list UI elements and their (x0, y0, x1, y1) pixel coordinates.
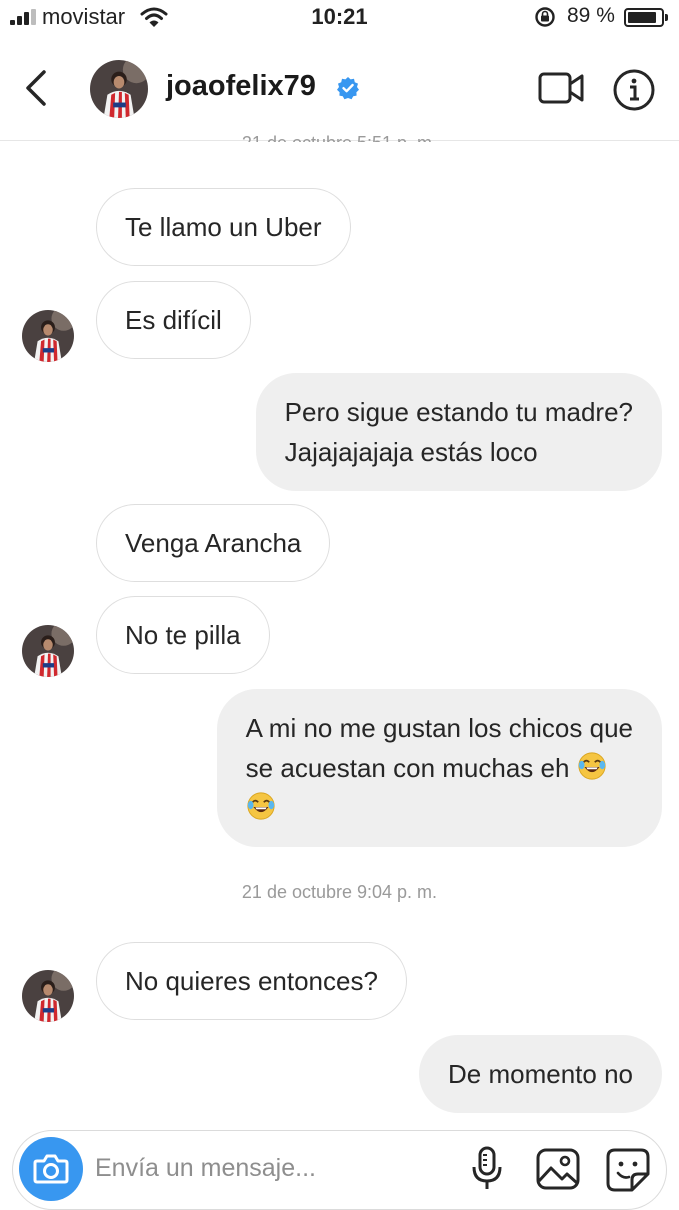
avatar[interactable] (22, 970, 74, 1022)
timestamp: 21 de octubre 5:51 p. m. (0, 128, 679, 142)
video-call-button[interactable] (538, 70, 586, 106)
message-bubble-incoming[interactable]: Es difícil (96, 281, 251, 359)
message-bubble-incoming[interactable]: No quieres entonces? (96, 942, 407, 1020)
message-text: Venga Arancha (125, 528, 302, 558)
message-text: No te pilla (125, 620, 241, 650)
message-text: De momento no (448, 1059, 633, 1089)
back-button[interactable] (20, 68, 54, 108)
gallery-button[interactable] (535, 1147, 581, 1191)
laughing-emoji-icon (577, 751, 607, 781)
battery-percentage: 89 % (567, 4, 615, 27)
rotation-lock-icon (535, 7, 555, 27)
message-composer (12, 1130, 667, 1210)
message-text: No quieres entonces? (125, 966, 378, 996)
message-text-line: Jajajajajaja estás loco (284, 437, 538, 467)
camera-button[interactable] (19, 1137, 83, 1201)
status-bar: movistar 10:21 89 % (0, 0, 679, 36)
verified-badge-icon (337, 77, 359, 100)
message-bubble-outgoing[interactable]: Pero sigue estando tu madre? Jajajajajaj… (255, 373, 662, 491)
avatar[interactable] (22, 310, 74, 362)
chat-header: joaofelix79 (0, 36, 679, 141)
message-bubble-incoming[interactable]: Venga Arancha (96, 504, 331, 582)
username[interactable]: joaofelix79 (166, 70, 316, 103)
info-button[interactable] (612, 68, 656, 112)
laughing-emoji-icon (246, 791, 276, 821)
timestamp: 21 de octubre 9:04 p. m. (241, 882, 438, 902)
message-text-line: A mi no me gustan los chicos que (245, 713, 633, 743)
avatar[interactable] (22, 625, 74, 677)
message-input[interactable] (93, 1145, 457, 1191)
message-text: Te llamo un Uber (125, 212, 322, 242)
message-bubble-outgoing[interactable]: A mi no me gustan los chicos que se acue… (216, 689, 662, 847)
microphone-button[interactable] (467, 1145, 507, 1193)
message-text: Es difícil (125, 305, 222, 335)
message-text-line: se acuestan con muchas eh (245, 753, 570, 783)
avatar[interactable] (90, 60, 148, 118)
message-bubble-outgoing[interactable]: De momento no (419, 1035, 662, 1113)
sticker-button[interactable] (605, 1147, 651, 1193)
message-text-line: Pero sigue estando tu madre? (284, 397, 633, 427)
battery-icon (624, 8, 668, 27)
message-bubble-incoming[interactable]: No te pilla (96, 596, 270, 674)
message-bubble-incoming[interactable]: Te llamo un Uber (96, 188, 351, 266)
camera-icon (33, 1154, 69, 1184)
